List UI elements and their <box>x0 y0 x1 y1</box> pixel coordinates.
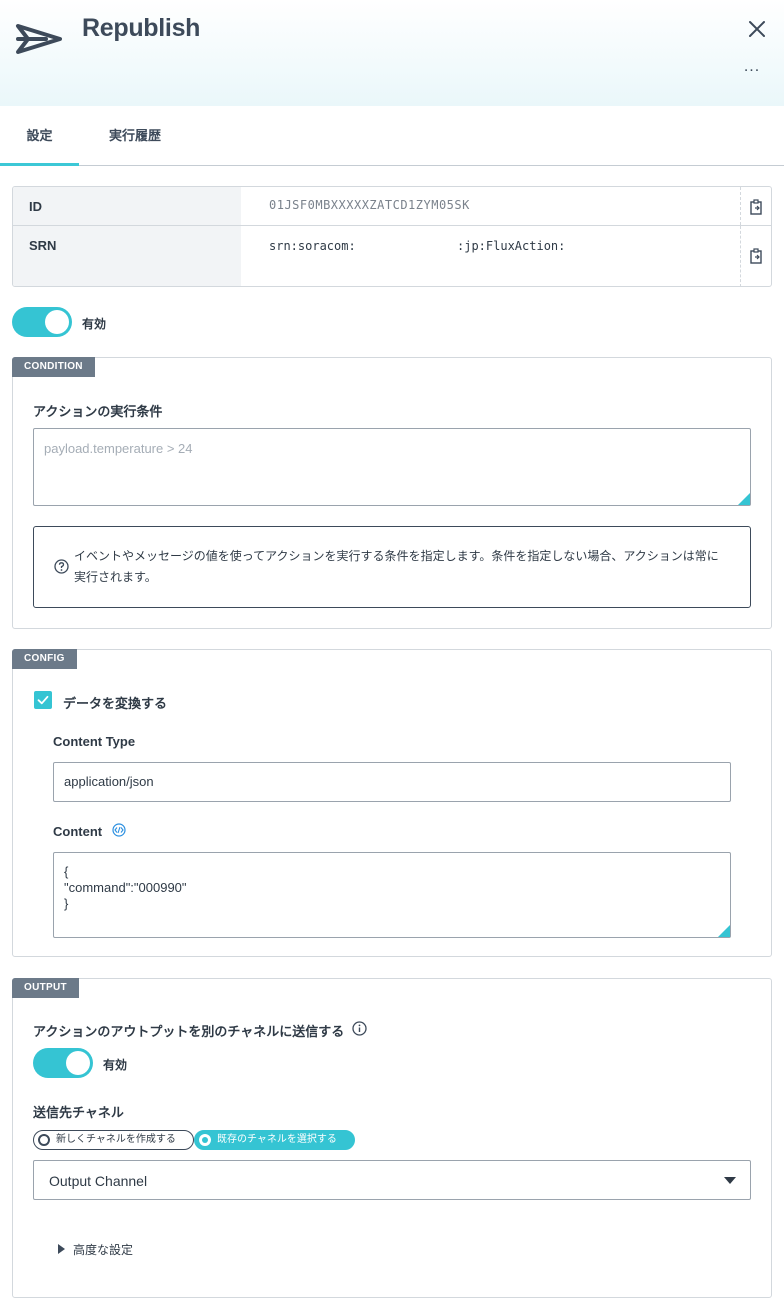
radio-dot <box>38 1134 50 1146</box>
condition-panel: CONDITION アクションの実行条件 payload.temperature… <box>12 357 772 629</box>
enabled-toggle[interactable] <box>12 307 72 337</box>
condition-input[interactable]: payload.temperature > 24 <box>33 428 751 506</box>
content-type-value: application/json <box>64 774 154 789</box>
radio-existing-channel-label: 既存のチャネルを選択する <box>217 1134 337 1145</box>
resize-handle[interactable] <box>718 925 730 937</box>
chevron-down-icon <box>724 1177 736 1184</box>
page-title: Republish <box>82 14 201 42</box>
republish-arrow-icon <box>16 24 62 54</box>
condition-label: アクションの実行条件 <box>33 404 163 419</box>
caret-right-icon <box>58 1244 65 1254</box>
check-icon <box>37 695 49 705</box>
header: Republish ... <box>0 0 784 106</box>
channel-select-value: Output Channel <box>49 1173 148 1189</box>
radio-existing-channel[interactable]: 既存のチャネルを選択する <box>194 1130 355 1150</box>
copy-icon <box>750 248 762 264</box>
radio-new-channel-label: 新しくチャネルを作成する <box>56 1134 176 1145</box>
info-table: ID 01JSF0MBXXXXXZATCD1ZYM05SK SRN srn:so… <box>12 186 772 287</box>
condition-placeholder: payload.temperature > 24 <box>44 441 193 456</box>
srn-value-suffix: :jp:FluxAction: <box>457 239 566 253</box>
copy-srn-button[interactable] <box>740 226 771 286</box>
channel-label: 送信先チャネル <box>33 1105 124 1120</box>
transform-checkbox[interactable] <box>34 691 52 709</box>
id-label: ID <box>13 187 241 225</box>
output-panel: OUTPUT アクションのアウトプットを別のチャネルに送信する 有効 送信先チャ… <box>12 978 772 1298</box>
condition-help-note: イベントやメッセージの値を使ってアクションを実行する条件を指定します。条件を指定… <box>33 526 751 608</box>
condition-help-text: イベントやメッセージの値を使ってアクションを実行する条件を指定します。条件を指定… <box>74 549 719 584</box>
close-icon[interactable] <box>746 18 768 40</box>
output-enabled-toggle[interactable] <box>33 1048 93 1078</box>
content-line: } <box>64 896 69 911</box>
content-input[interactable]: { "command":"000990" } <box>53 852 731 938</box>
more-menu-button[interactable]: ... <box>740 58 764 78</box>
tab-history[interactable]: 実行履歴 <box>92 106 178 166</box>
channel-select[interactable]: Output Channel <box>33 1160 751 1200</box>
output-enabled-label: 有効 <box>103 1058 128 1072</box>
content-label: Content <box>53 824 103 839</box>
radio-dot <box>199 1134 211 1146</box>
tab-bar: 設定 実行履歴 <box>0 106 784 166</box>
content-type-label: Content Type <box>53 734 136 749</box>
content-code: { "command":"000990" } <box>64 864 187 912</box>
config-badge: CONFIG <box>12 649 77 669</box>
toggle-knob <box>45 310 69 334</box>
copy-id-button[interactable] <box>740 187 771 225</box>
info-icon[interactable] <box>352 1021 367 1036</box>
content-type-input[interactable]: application/json <box>53 762 731 802</box>
condition-badge: CONDITION <box>12 357 95 377</box>
copy-icon <box>750 199 762 215</box>
id-row: ID 01JSF0MBXXXXXZATCD1ZYM05SK <box>13 187 771 226</box>
output-badge: OUTPUT <box>12 978 79 998</box>
transform-label: データを変換する <box>63 696 168 711</box>
resize-handle[interactable] <box>738 493 750 505</box>
srn-value-prefix: srn:soracom: <box>269 239 356 253</box>
enabled-label: 有効 <box>82 317 107 331</box>
id-value: 01JSF0MBXXXXXZATCD1ZYM05SK <box>269 198 470 212</box>
tab-settings[interactable]: 設定 <box>0 106 79 166</box>
code-icon[interactable] <box>112 823 126 837</box>
config-panel: CONFIG データを変換する Content Type application… <box>12 649 772 957</box>
send-output-label: アクションのアウトプットを別のチャネルに送信する <box>33 1024 345 1039</box>
content-line: { <box>64 864 69 879</box>
content-line: "command":"000990" <box>64 880 187 895</box>
toggle-knob <box>66 1051 90 1075</box>
radio-new-channel[interactable]: 新しくチャネルを作成する <box>33 1130 194 1150</box>
srn-row: SRN srn:soracom: :jp:FluxAction: <box>13 226 771 286</box>
srn-label: SRN <box>13 226 241 286</box>
question-icon <box>54 559 69 574</box>
advanced-settings-label: 高度な設定 <box>73 1243 134 1257</box>
